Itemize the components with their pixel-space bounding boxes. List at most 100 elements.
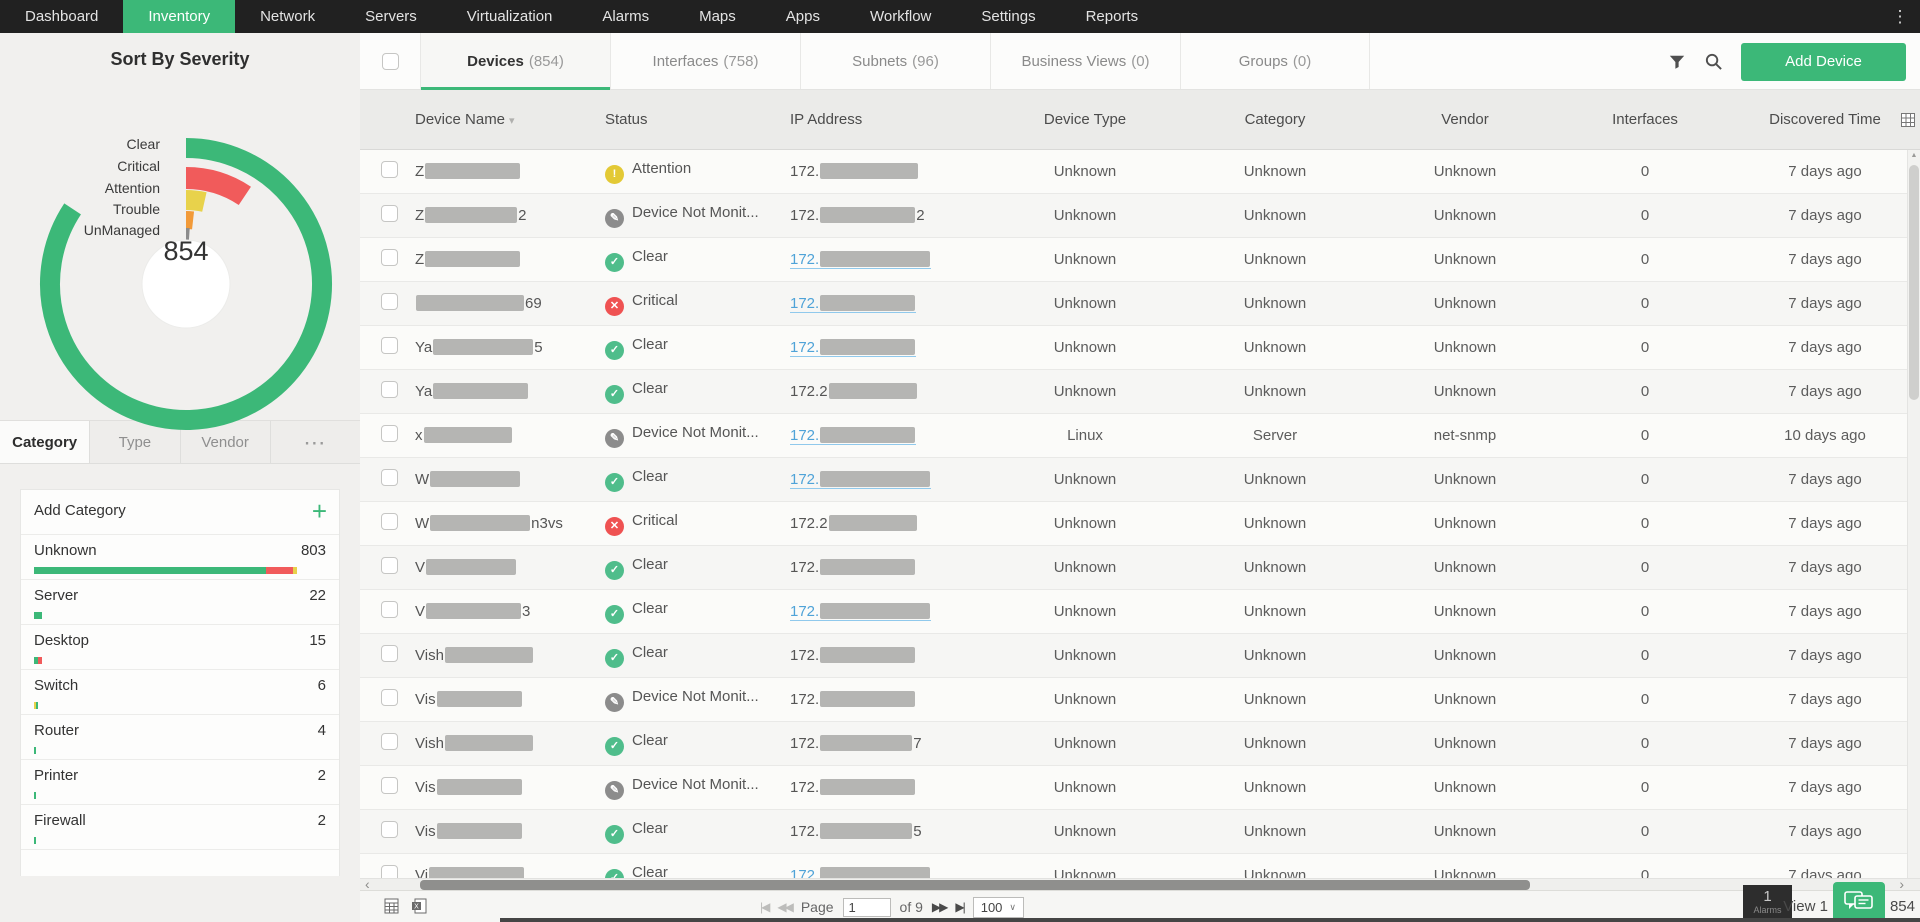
nav-item-inventory[interactable]: Inventory <box>123 0 235 33</box>
row-checkbox[interactable] <box>381 645 398 662</box>
category-cell: Unknown <box>1180 515 1370 532</box>
category-item-label: Switch <box>34 677 78 694</box>
column-header-ip-address[interactable]: IP Address <box>790 111 990 128</box>
column-header-vendor[interactable]: Vendor <box>1370 111 1560 128</box>
plus-icon[interactable]: + <box>312 498 327 524</box>
category-cell: Unknown <box>1180 735 1370 752</box>
vendor-cell: Unknown <box>1370 471 1560 488</box>
ip-link[interactable]: 172. <box>790 471 931 489</box>
nav-item-alarms[interactable]: Alarms <box>577 0 674 33</box>
column-settings-icon[interactable] <box>1901 113 1915 131</box>
ip-link[interactable]: 172. <box>790 295 916 313</box>
nav-item-reports[interactable]: Reports <box>1061 0 1164 33</box>
category-cell: Unknown <box>1180 559 1370 576</box>
ip-link[interactable]: 172. <box>790 251 931 269</box>
prev-page-button[interactable]: ◀◀ <box>777 900 791 914</box>
row-checkbox[interactable] <box>381 425 398 442</box>
column-header-device-name[interactable]: Device Name▾ <box>415 111 605 128</box>
category-item-router[interactable]: Router 4 <box>21 715 339 760</box>
ip-link[interactable]: 172. <box>790 603 931 621</box>
ip-link[interactable]: 172. <box>790 339 916 357</box>
scroll-up-arrow[interactable]: ▲ <box>1908 152 1920 159</box>
discovered-time-cell: 7 days ago <box>1730 735 1920 752</box>
status-cell: ✓Clear <box>605 468 790 492</box>
interfaces-cell: 0 <box>1560 779 1730 796</box>
row-checkbox[interactable] <box>381 601 398 618</box>
row-checkbox[interactable] <box>381 249 398 266</box>
tab-subnets[interactable]: Subnets(96) <box>800 33 990 89</box>
nav-item-network[interactable]: Network <box>235 0 340 33</box>
add-category-row[interactable]: Add Category + <box>21 490 339 535</box>
horizontal-scrollbar[interactable]: ‹ › <box>360 878 1920 890</box>
category-item-switch[interactable]: Switch 6 <box>21 670 339 715</box>
export-table-icon[interactable] <box>384 898 399 914</box>
category-item-server[interactable]: Server 22 <box>21 580 339 625</box>
column-header-interfaces[interactable]: Interfaces <box>1560 111 1730 128</box>
nav-item-apps[interactable]: Apps <box>761 0 845 33</box>
vendor-cell: Unknown <box>1370 383 1560 400</box>
kebab-menu-icon[interactable]: ⋮ <box>1890 0 1910 33</box>
column-header-discovered-time[interactable]: Discovered Time <box>1730 111 1920 128</box>
device-type-cell: Unknown <box>990 383 1180 400</box>
severity-radial-chart: 854 ClearCriticalAttentionTroubleUnManag… <box>0 70 360 420</box>
status-cell: ✓Clear <box>605 600 790 624</box>
row-checkbox[interactable] <box>381 689 398 706</box>
status-icon: ✓ <box>605 341 624 360</box>
next-page-button[interactable]: ▶▶ <box>932 900 946 914</box>
row-checkbox[interactable] <box>381 557 398 574</box>
row-checkbox[interactable] <box>381 865 398 878</box>
vendor-cell: Unknown <box>1370 207 1560 224</box>
ip-link[interactable]: 172. <box>790 867 931 879</box>
column-header-device-type[interactable]: Device Type <box>990 111 1180 128</box>
select-all-checkbox[interactable] <box>382 53 399 70</box>
nav-item-dashboard[interactable]: Dashboard <box>0 0 123 33</box>
row-checkbox[interactable] <box>381 205 398 222</box>
tab-label: Interfaces <box>653 53 719 70</box>
category-item-firewall[interactable]: Firewall 2 <box>21 805 339 850</box>
tab-devices[interactable]: Devices(854) <box>420 33 610 89</box>
vertical-scroll-thumb[interactable] <box>1909 165 1919 400</box>
first-page-button[interactable]: |◀ <box>760 900 768 914</box>
tab-interfaces[interactable]: Interfaces(758) <box>610 33 800 89</box>
last-page-button[interactable]: ▶| <box>955 900 963 914</box>
nav-item-workflow[interactable]: Workflow <box>845 0 956 33</box>
column-header-status[interactable]: Status <box>605 111 790 128</box>
row-checkbox[interactable] <box>381 513 398 530</box>
row-checkbox[interactable] <box>381 381 398 398</box>
table-row: Wn3vs ✕Critical 172.2 Unknown Unknown Un… <box>360 502 1920 546</box>
nav-item-maps[interactable]: Maps <box>674 0 761 33</box>
ip-value: 172. <box>790 691 916 708</box>
row-checkbox[interactable] <box>381 337 398 354</box>
per-page-select[interactable]: 100 ∨ <box>973 897 1024 918</box>
vendor-cell: net-snmp <box>1370 427 1560 444</box>
category-item-printer[interactable]: Printer 2 <box>21 760 339 805</box>
row-checkbox[interactable] <box>381 777 398 794</box>
vertical-scrollbar[interactable]: ▲ <box>1907 150 1920 878</box>
chat-icon[interactable] <box>1833 882 1885 922</box>
tab-business-views[interactable]: Business Views(0) <box>990 33 1180 89</box>
row-checkbox[interactable] <box>381 469 398 486</box>
row-checkbox[interactable] <box>381 161 398 178</box>
status-label: Clear <box>632 248 668 265</box>
category-cell: Unknown <box>1180 471 1370 488</box>
status-cell: ✓Clear <box>605 556 790 580</box>
horizontal-scroll-thumb[interactable] <box>420 880 1530 890</box>
nav-item-servers[interactable]: Servers <box>340 0 442 33</box>
category-item-desktop[interactable]: Desktop 15 <box>21 625 339 670</box>
row-checkbox[interactable] <box>381 733 398 750</box>
search-icon[interactable] <box>1704 52 1723 71</box>
category-item-unknown[interactable]: Unknown 803 <box>21 535 339 580</box>
tab-groups[interactable]: Groups(0) <box>1180 33 1370 89</box>
bottom-scrollbar-strip[interactable] <box>500 918 1920 922</box>
ip-link[interactable]: 172. <box>790 427 916 445</box>
row-checkbox[interactable] <box>381 293 398 310</box>
nav-item-virtualization[interactable]: Virtualization <box>442 0 578 33</box>
filter-icon[interactable] <box>1668 53 1686 71</box>
row-checkbox[interactable] <box>381 821 398 838</box>
excel-export-icon[interactable]: X <box>411 898 428 914</box>
page-number-input[interactable] <box>843 898 891 917</box>
column-header-category[interactable]: Category <box>1180 111 1370 128</box>
nav-item-settings[interactable]: Settings <box>956 0 1060 33</box>
status-icon: ✎ <box>605 209 624 228</box>
add-device-button[interactable]: Add Device <box>1741 43 1906 81</box>
